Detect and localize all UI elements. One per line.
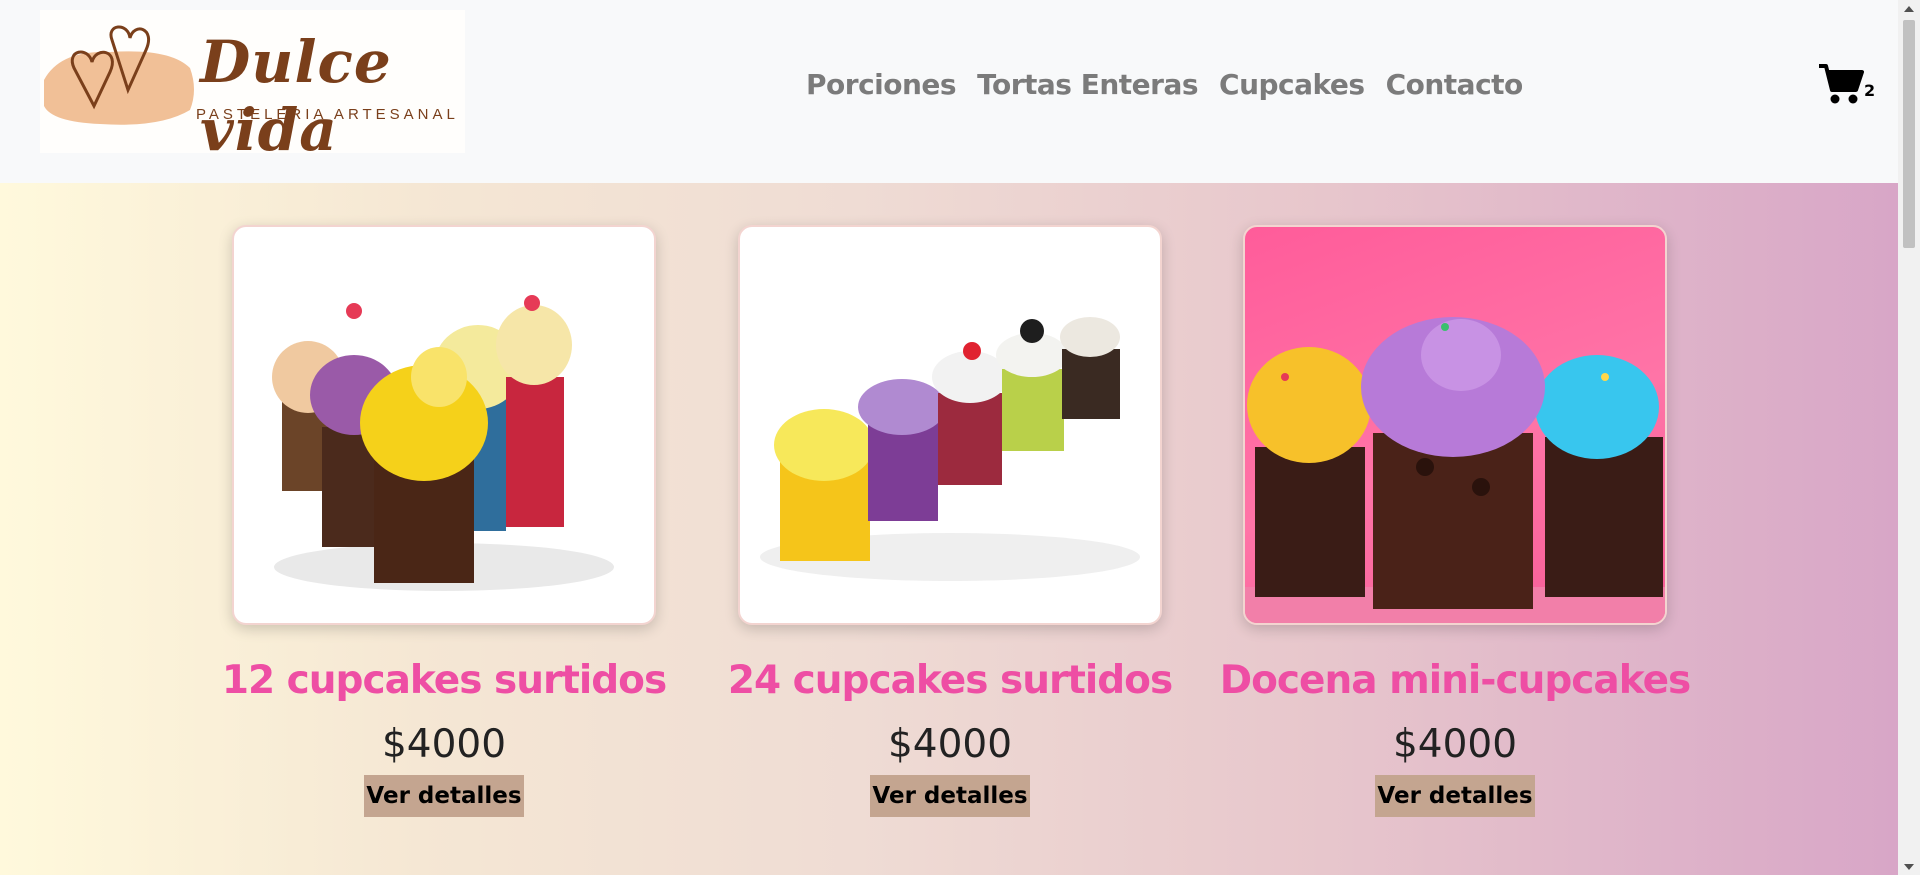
- product-title[interactable]: 24 cupcakes surtidos: [708, 658, 1192, 703]
- product-image[interactable]: [738, 225, 1162, 625]
- cupcakes-row-photo: [760, 317, 1140, 581]
- nav-item-cupcakes[interactable]: Cupcakes: [1219, 68, 1365, 101]
- view-details-button[interactable]: Ver detalles: [1375, 775, 1535, 817]
- product-price: $4000: [1392, 722, 1518, 767]
- product-image[interactable]: [232, 225, 656, 625]
- cart-count-badge: 2: [1864, 81, 1876, 100]
- assorted-cupcakes-photo: [272, 295, 614, 591]
- product-price: $4000: [381, 722, 507, 767]
- product-card: 12 cupcakes surtidos $4000 Ver detalles: [222, 225, 667, 817]
- view-details-button[interactable]: Ver detalles: [870, 775, 1030, 817]
- brand-logo[interactable]: Dulce vida PASTELERIA ARTESANAL: [40, 10, 465, 164]
- product-price: $4000: [887, 722, 1013, 767]
- product-title[interactable]: Docena mini-cupcakes: [1213, 658, 1697, 703]
- product-image[interactable]: [1243, 225, 1667, 625]
- product-title[interactable]: 12 cupcakes surtidos: [202, 658, 686, 703]
- cart-button[interactable]: 2: [1818, 62, 1878, 108]
- nav-item-contacto[interactable]: Contacto: [1386, 68, 1524, 101]
- scroll-up-arrow-icon[interactable]: [1904, 6, 1914, 12]
- view-details-button[interactable]: Ver detalles: [364, 775, 524, 817]
- product-grid: 12 cupcakes surtidos $4000 Ver detalles: [0, 183, 1898, 875]
- nav-item-porciones[interactable]: Porciones: [806, 68, 957, 101]
- nav-item-tortas-enteras[interactable]: Tortas Enteras: [977, 68, 1198, 101]
- scroll-down-arrow-icon[interactable]: [1904, 864, 1914, 870]
- brand-subtitle: PASTELERIA ARTESANAL: [196, 106, 459, 123]
- product-card: 24 cupcakes surtidos $4000 Ver detalles: [728, 225, 1173, 817]
- site-header: Dulce vida PASTELERIA ARTESANAL Porcione…: [0, 0, 1898, 183]
- vertical-scrollbar[interactable]: [1898, 0, 1920, 875]
- mini-cupcakes-pink-photo: [1245, 317, 1665, 623]
- brand-title: Dulce vida: [200, 28, 392, 164]
- product-card: Docena mini-cupcakes $4000 Ver detalles: [1220, 225, 1691, 817]
- scrollbar-thumb[interactable]: [1903, 20, 1915, 248]
- shopping-cart-icon: [1819, 64, 1864, 104]
- main-nav: Porciones Tortas Enteras Cupcakes Contac…: [806, 68, 1523, 101]
